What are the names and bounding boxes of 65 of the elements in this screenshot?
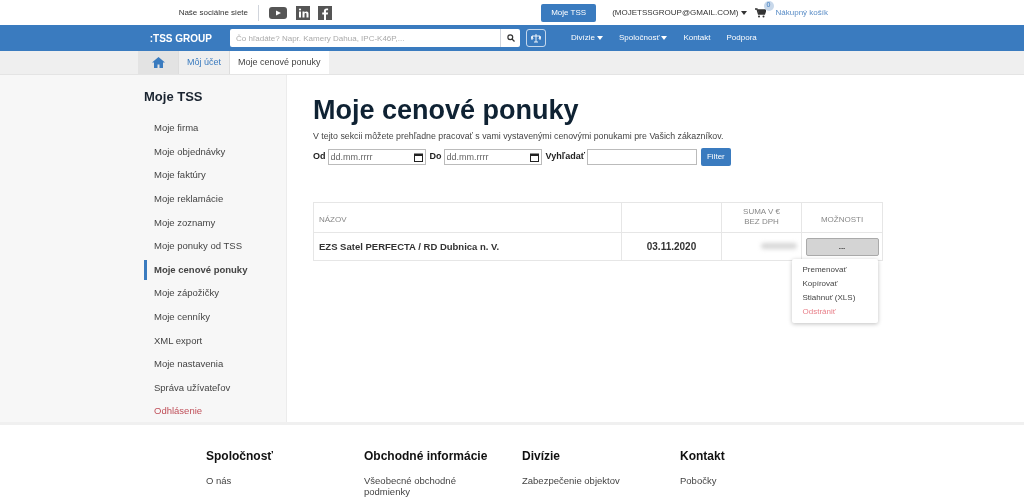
scale-icon (531, 33, 541, 43)
sidebar-link[interactable]: Odhlásenie (154, 404, 203, 419)
account-button[interactable]: Moje TSS (541, 3, 597, 22)
column-header: SUMA V € BEZ DPH (743, 207, 780, 228)
breadcrumb-item[interactable]: Môj účet (187, 55, 221, 70)
calendar-icon[interactable] (413, 152, 423, 162)
menu-item[interactable]: Kopírovať (802, 278, 838, 291)
footer-heading: Kontakt (680, 448, 726, 465)
search-input[interactable] (586, 149, 697, 166)
user-menu[interactable]: (MOJETSSGROUP@GMAIL.COM) (612, 6, 747, 19)
compare-button[interactable] (526, 29, 546, 47)
sidebar-link[interactable]: Moje objednávky (154, 144, 226, 159)
filter-label: Do (429, 150, 442, 164)
table-cell: 03.11.2020 (646, 241, 697, 253)
menu-item[interactable]: Premenovať (802, 264, 847, 277)
sidebar-link[interactable]: XML export (154, 333, 203, 348)
page-title: Moje cenové ponuky (313, 94, 580, 127)
sidebar-link[interactable]: Moje zoznamy (154, 215, 216, 230)
sidebar-link[interactable]: Moje cenníky (154, 309, 210, 325)
sidebar-link[interactable]: Moje faktúry (154, 168, 206, 183)
footer-link[interactable]: Zabezpečenie objektov (522, 475, 647, 486)
footer-heading: Divízie (522, 448, 561, 465)
date-field[interactable]: dd.mm.rrrr (327, 149, 426, 166)
search-field[interactable]: Čo hľadáte? Napr. Kamery Dahua, IPC-K46P,... (230, 29, 500, 47)
sidebar-link[interactable]: Moje reklamácie (154, 191, 224, 207)
home-icon[interactable] (151, 57, 165, 68)
caret-icon (740, 10, 747, 15)
menu-item[interactable]: Stiahnuť (XLS) (802, 292, 856, 305)
footer-heading: Obchodné informácie (364, 448, 489, 465)
sidebar-title: Moje TSS (144, 88, 204, 106)
logo[interactable]: :TSS GROUP (149, 32, 212, 44)
date-field[interactable]: dd.mm.rrrr (443, 149, 542, 166)
footer-link[interactable]: O nás (206, 475, 331, 486)
nav-link[interactable]: Kontakt (683, 32, 711, 44)
column-header: NÁZOV (319, 215, 347, 225)
filter-button[interactable]: Filter (700, 148, 731, 167)
facebook-icon[interactable] (318, 5, 332, 20)
blurred-price (761, 242, 797, 249)
filter-label: Vyhľadať (545, 150, 585, 164)
cart-link[interactable]: Nákupný košík (775, 6, 828, 19)
search-button[interactable] (500, 29, 520, 47)
linkedin-icon[interactable] (296, 5, 310, 20)
sidebar-link[interactable]: Moje ponuky od TSS (154, 239, 242, 254)
sidebar-link[interactable]: Moje nastavenia (154, 357, 224, 372)
page-description: V tejto sekcii môžete prehľadne pracovať s vami vystavenými cenovými ponukami pre Vašich zákazníkov. (313, 130, 725, 143)
sidebar-link[interactable]: Moje cenové ponuky (154, 262, 248, 277)
column-header: MOŽNOSTI (820, 215, 864, 225)
filter-label: Od (313, 150, 326, 164)
sidebar-link[interactable]: Moje firma (154, 121, 199, 136)
sidebar-link[interactable]: Moje zápožičky (154, 286, 219, 301)
search-icon (506, 34, 515, 42)
nav-link[interactable]: Divízie (571, 32, 603, 44)
options-button[interactable]: ... (805, 237, 879, 256)
footer-link[interactable]: Všeobecné obchodné podmienky (364, 475, 489, 497)
social-label: Naše sociálne siete (178, 7, 248, 17)
sidebar-link[interactable]: Správa užívateľov (154, 380, 231, 395)
table-cell: EZS Satel PERFECTA / RD Dubnica n. V. (319, 240, 500, 252)
nav-link[interactable]: Spoločnosť (619, 32, 668, 44)
breadcrumb-item: Moje cenové ponuky (238, 55, 321, 69)
footer-link[interactable]: Pobočky (680, 475, 805, 486)
nav-link[interactable]: Podpora (726, 32, 757, 44)
cart-icon[interactable] (754, 7, 766, 18)
calendar-icon[interactable] (529, 152, 539, 162)
footer-heading: Spoločnosť (206, 448, 275, 465)
video-icon[interactable] (269, 6, 287, 19)
